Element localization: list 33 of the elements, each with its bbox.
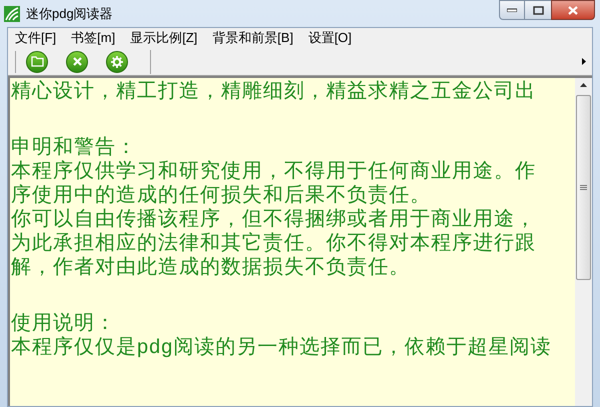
minimize-button[interactable] bbox=[499, 0, 525, 20]
maximize-icon bbox=[532, 6, 544, 14]
menu-item[interactable]: 文件[F] bbox=[11, 28, 60, 48]
window-title: 迷你pdg阅读器 bbox=[26, 4, 113, 23]
text-line: 为此承担相应的法律和其它责任。你不得对本程序进行跟 bbox=[11, 231, 536, 255]
text-line: 你可以自由传播该程序，但不得捆绑或者用于商业用途， bbox=[11, 207, 536, 231]
app-icon bbox=[4, 6, 20, 22]
settings-button[interactable] bbox=[106, 50, 128, 72]
settings-icon bbox=[111, 56, 123, 68]
text-line: 本程序仅仅是pdg阅读的另一种选择而已，依赖于超星阅读 bbox=[11, 335, 552, 359]
close-button[interactable] bbox=[551, 0, 595, 20]
close-icon bbox=[568, 6, 578, 14]
minimize-icon bbox=[507, 8, 517, 12]
menu-item[interactable]: 书签[m] bbox=[67, 28, 120, 48]
scroll-up-icon[interactable] bbox=[580, 83, 587, 87]
text-line: 申明和警告： bbox=[11, 135, 137, 159]
text-line: 本程序仅供学习和研究使用，不得用于任何商业用途。作 bbox=[11, 159, 536, 183]
overflow-arrow-icon[interactable] bbox=[582, 58, 586, 65]
maximize-button[interactable] bbox=[525, 0, 551, 20]
menu-item[interactable]: 设置[O] bbox=[304, 28, 356, 48]
scroll-thumb[interactable] bbox=[576, 95, 591, 280]
close-document-button[interactable] bbox=[66, 50, 88, 72]
folder-icon bbox=[30, 56, 44, 67]
text-line: 序使用中的造成的任何损失和后果不负责任。 bbox=[11, 183, 431, 207]
grip-icon bbox=[580, 184, 587, 190]
menu-item[interactable]: 背景和前景[B] bbox=[208, 28, 298, 48]
scrollbar[interactable] bbox=[575, 78, 592, 406]
open-folder-button[interactable] bbox=[26, 50, 48, 72]
cross-icon bbox=[72, 57, 82, 66]
text-line: 解，作者对由此造成的数据损失不负责任。 bbox=[11, 255, 410, 279]
text-line: 使用说明： bbox=[11, 311, 116, 335]
text-line: 精心设计，精工打造，精雕细刻，精益求精之五金公司出 bbox=[11, 79, 536, 103]
menu-item[interactable]: 显示比例[Z] bbox=[126, 28, 202, 48]
